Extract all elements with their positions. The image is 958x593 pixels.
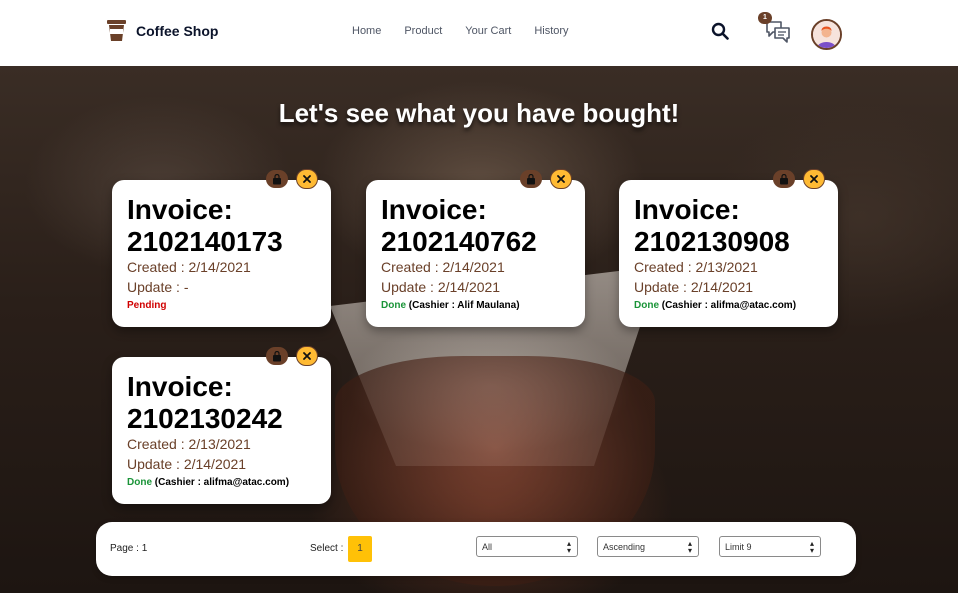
pagination-bar: Page : 1 Select : 1 All ▴ ▾ Ascending ▴ ▾ … — [96, 522, 856, 576]
page-select-label: Select : — [310, 543, 344, 554]
invoice-status: Done (Cashier : alifma@atac.com) — [127, 477, 289, 488]
page-button-1[interactable]: 1 — [348, 536, 372, 562]
status-badge: Done — [381, 300, 406, 311]
invoice-created-date: Created : 2/14/2021 — [381, 259, 505, 275]
sort-order-select[interactable]: Ascending ▴ ▾ — [597, 536, 699, 557]
invoice-title: Invoice: 2102140173 — [127, 194, 283, 257]
status-badge: Done — [634, 300, 659, 311]
delete-invoice-button[interactable] — [550, 169, 572, 189]
nav-home[interactable]: Home — [352, 25, 381, 37]
cashier-note: (Cashier : Alif Maulana) — [408, 300, 520, 311]
invoice-updated-date: Update : 2/14/2021 — [634, 279, 754, 295]
invoice-title: Invoice: 2102140762 — [381, 194, 537, 257]
invoice-card[interactable]: Invoice: 2102140173 Created : 2/14/2021 U… — [112, 180, 331, 327]
sort-order-value: Ascending — [603, 542, 646, 552]
invoice-status: Done (Cashier : Alif Maulana) — [381, 300, 520, 311]
brand-name: Coffee Shop — [136, 22, 219, 39]
invoice-created-date: Created : 2/13/2021 — [634, 259, 758, 275]
limit-value: Limit 9 — [725, 542, 752, 552]
view-order-button[interactable] — [773, 170, 795, 188]
page-title: Let's see what you have bought! — [278, 98, 680, 128]
caret-up-down-icon: ▴ ▾ — [809, 539, 814, 555]
shopping-bag-icon — [780, 173, 788, 184]
limit-select[interactable]: Limit 9 ▴ ▾ — [719, 536, 821, 557]
search-icon[interactable] — [711, 22, 729, 40]
brand-logo[interactable]: Coffee Shop — [106, 19, 218, 42]
invoice-title: Invoice: 2102130908 — [634, 194, 790, 257]
status-badge: Done — [127, 477, 152, 488]
status-filter-value: All — [482, 542, 493, 552]
nav-history[interactable]: History — [534, 25, 568, 37]
invoice-card[interactable]: Invoice: 2102140762 Created : 2/14/2021 U… — [366, 180, 585, 327]
close-icon — [810, 175, 818, 183]
close-icon — [303, 352, 311, 360]
view-order-button[interactable] — [266, 170, 288, 188]
invoice-title: Invoice: 2102130242 — [127, 371, 283, 434]
navbar: Coffee Shop Home Product Your Cart Histo… — [0, 0, 958, 66]
close-icon — [303, 175, 311, 183]
chat-badge: 1 — [758, 12, 772, 24]
delete-invoice-button[interactable] — [803, 169, 825, 189]
invoice-updated-date: Update : - — [127, 279, 189, 295]
delete-invoice-button[interactable] — [296, 169, 318, 189]
invoice-status: Pending — [127, 300, 166, 311]
avatar[interactable] — [811, 19, 842, 50]
status-badge: Pending — [127, 300, 167, 311]
close-icon — [557, 175, 565, 183]
history-background — [0, 66, 958, 593]
user-avatar-icon — [813, 21, 840, 48]
caret-up-down-icon: ▴ ▾ — [687, 539, 692, 555]
shopping-bag-icon — [527, 173, 535, 184]
status-filter-select[interactable]: All ▴ ▾ — [476, 536, 578, 557]
cashier-note: (Cashier : alifma@atac.com) — [661, 300, 797, 311]
invoice-card[interactable]: Invoice: 2102130242 Created : 2/13/2021 U… — [112, 357, 331, 504]
invoice-updated-date: Update : 2/14/2021 — [127, 456, 247, 472]
invoice-card[interactable]: Invoice: 2102130908 Created : 2/13/2021 U… — [619, 180, 838, 327]
nav-product[interactable]: Product — [404, 25, 442, 37]
shopping-bag-icon — [273, 173, 281, 184]
main-nav: Home Product Your Cart History — [352, 25, 569, 37]
invoice-created-date: Created : 2/13/2021 — [127, 436, 251, 452]
view-order-button[interactable] — [520, 170, 542, 188]
cashier-note: (Cashier : alifma@atac.com) — [154, 477, 290, 488]
coffee-cup-icon — [107, 20, 126, 41]
nav-your-cart[interactable]: Your Cart — [465, 25, 511, 37]
caret-up-down-icon: ▴ ▾ — [566, 539, 571, 555]
invoice-updated-date: Update : 2/14/2021 — [381, 279, 501, 295]
delete-invoice-button[interactable] — [296, 346, 318, 366]
invoice-created-date: Created : 2/14/2021 — [127, 259, 251, 275]
view-order-button[interactable] — [266, 347, 288, 365]
page-indicator: Page : 1 — [110, 543, 148, 554]
chat-button[interactable]: 1 — [758, 12, 791, 45]
invoice-status: Done (Cashier : alifma@atac.com) — [634, 300, 796, 311]
shopping-bag-icon — [273, 350, 281, 361]
